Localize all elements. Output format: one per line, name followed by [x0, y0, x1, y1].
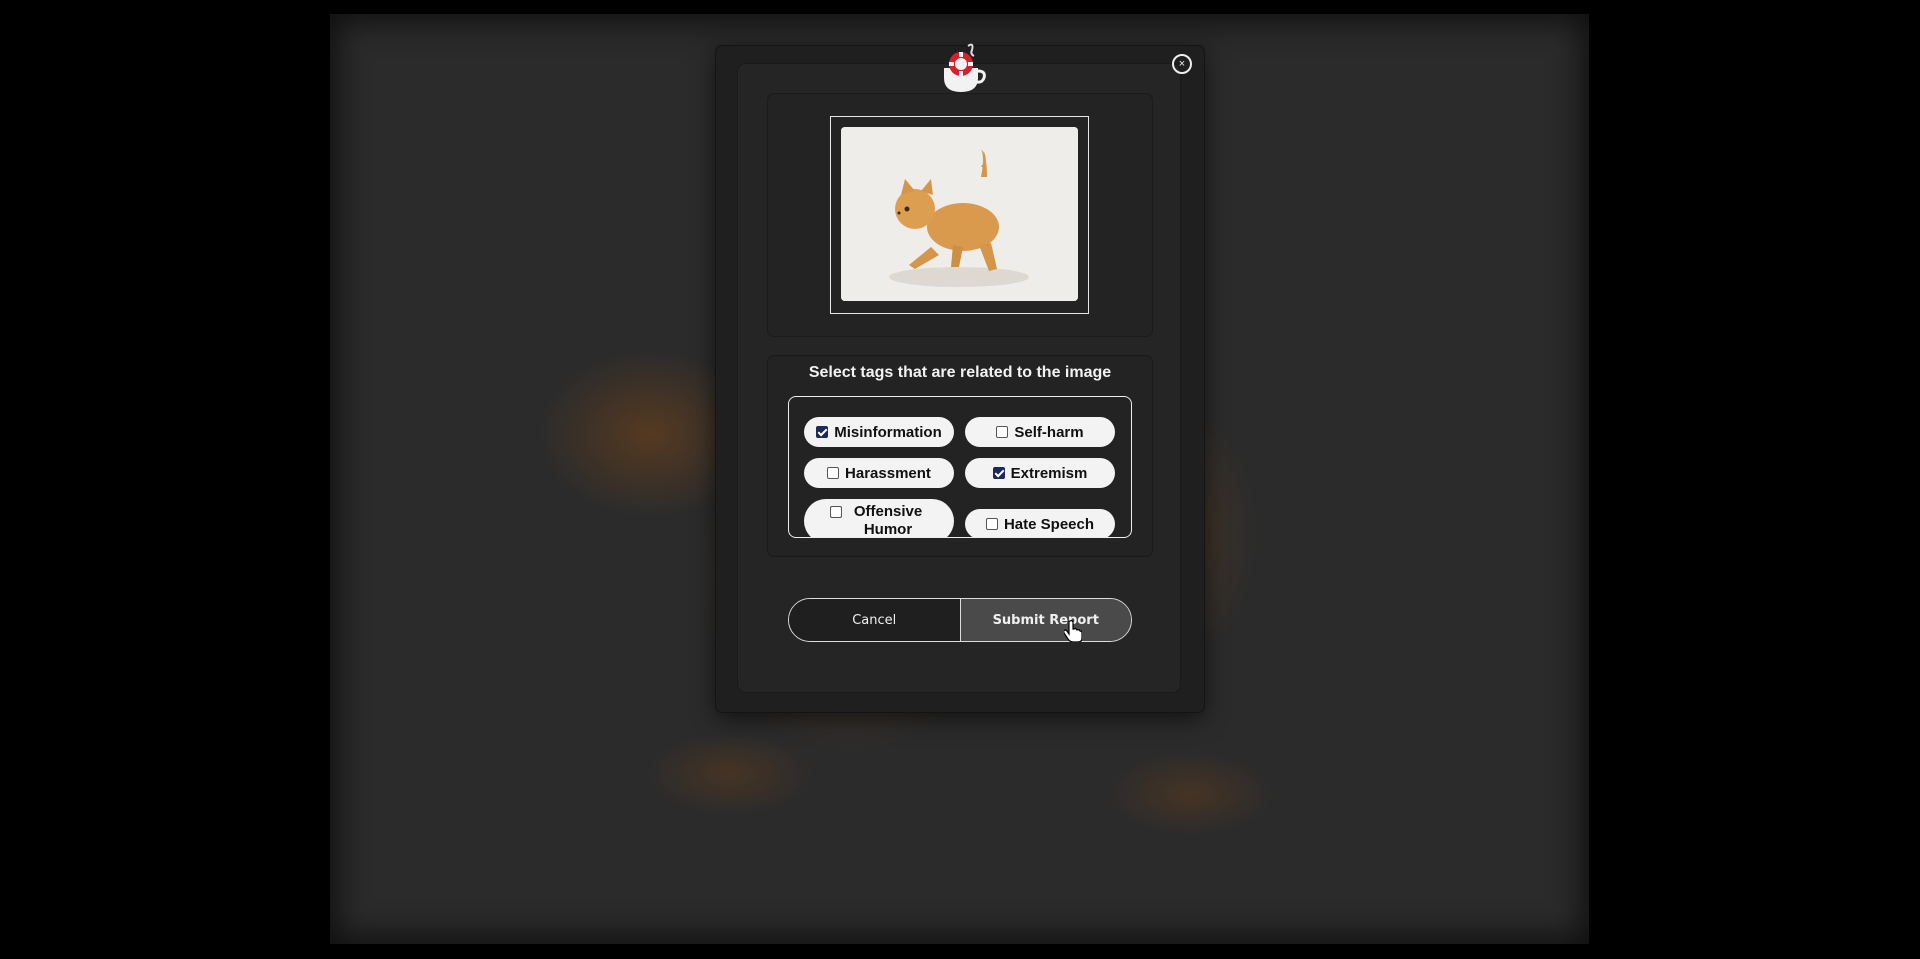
checkbox-self-harm[interactable] — [996, 426, 1009, 438]
tag-offensive-humor[interactable]: Offensive Humor — [804, 499, 954, 538]
tag-label: Extremism — [1010, 464, 1088, 482]
tag-label: Offensive Humor — [853, 503, 923, 538]
close-button[interactable]: × — [1172, 54, 1192, 74]
tags-title: Select tags that are related to the imag… — [808, 364, 1112, 381]
tag-self-harm[interactable]: Self-harm — [965, 417, 1115, 447]
tag-label: Misinformation — [834, 423, 942, 441]
tag-extremism[interactable]: Extremism — [965, 458, 1115, 488]
checkbox-misinformation[interactable] — [816, 426, 829, 438]
tag-label: Self-harm — [1014, 423, 1084, 441]
image-preview-panel — [768, 94, 1152, 336]
tag-harassment[interactable]: Harassment — [804, 458, 954, 488]
tag-label: Harassment — [845, 464, 931, 482]
checkbox-offensive-humor[interactable] — [830, 506, 842, 518]
hand-pointer-cursor-icon — [1064, 620, 1082, 642]
tag-hate-speech[interactable]: Hate Speech — [965, 509, 1115, 537]
checkbox-hate-speech[interactable] — [985, 518, 998, 530]
checkbox-extremism[interactable] — [992, 467, 1005, 479]
teacup-lifebuoy-logo-icon — [944, 43, 986, 92]
tags-panel: Select tags that are related to the imag… — [768, 356, 1152, 556]
tag-misinformation[interactable]: Misinformation — [804, 417, 954, 447]
reported-image-thumbnail — [841, 127, 1078, 301]
submit-report-button[interactable]: Submit Report — [960, 599, 1131, 641]
tag-label: Hate Speech — [1003, 515, 1095, 533]
tags-list[interactable]: Misinformation Self-harm Harassment Extr… — [788, 396, 1132, 538]
image-frame — [830, 116, 1089, 314]
checkbox-harassment[interactable] — [827, 467, 840, 479]
cancel-button[interactable]: Cancel — [789, 599, 961, 641]
